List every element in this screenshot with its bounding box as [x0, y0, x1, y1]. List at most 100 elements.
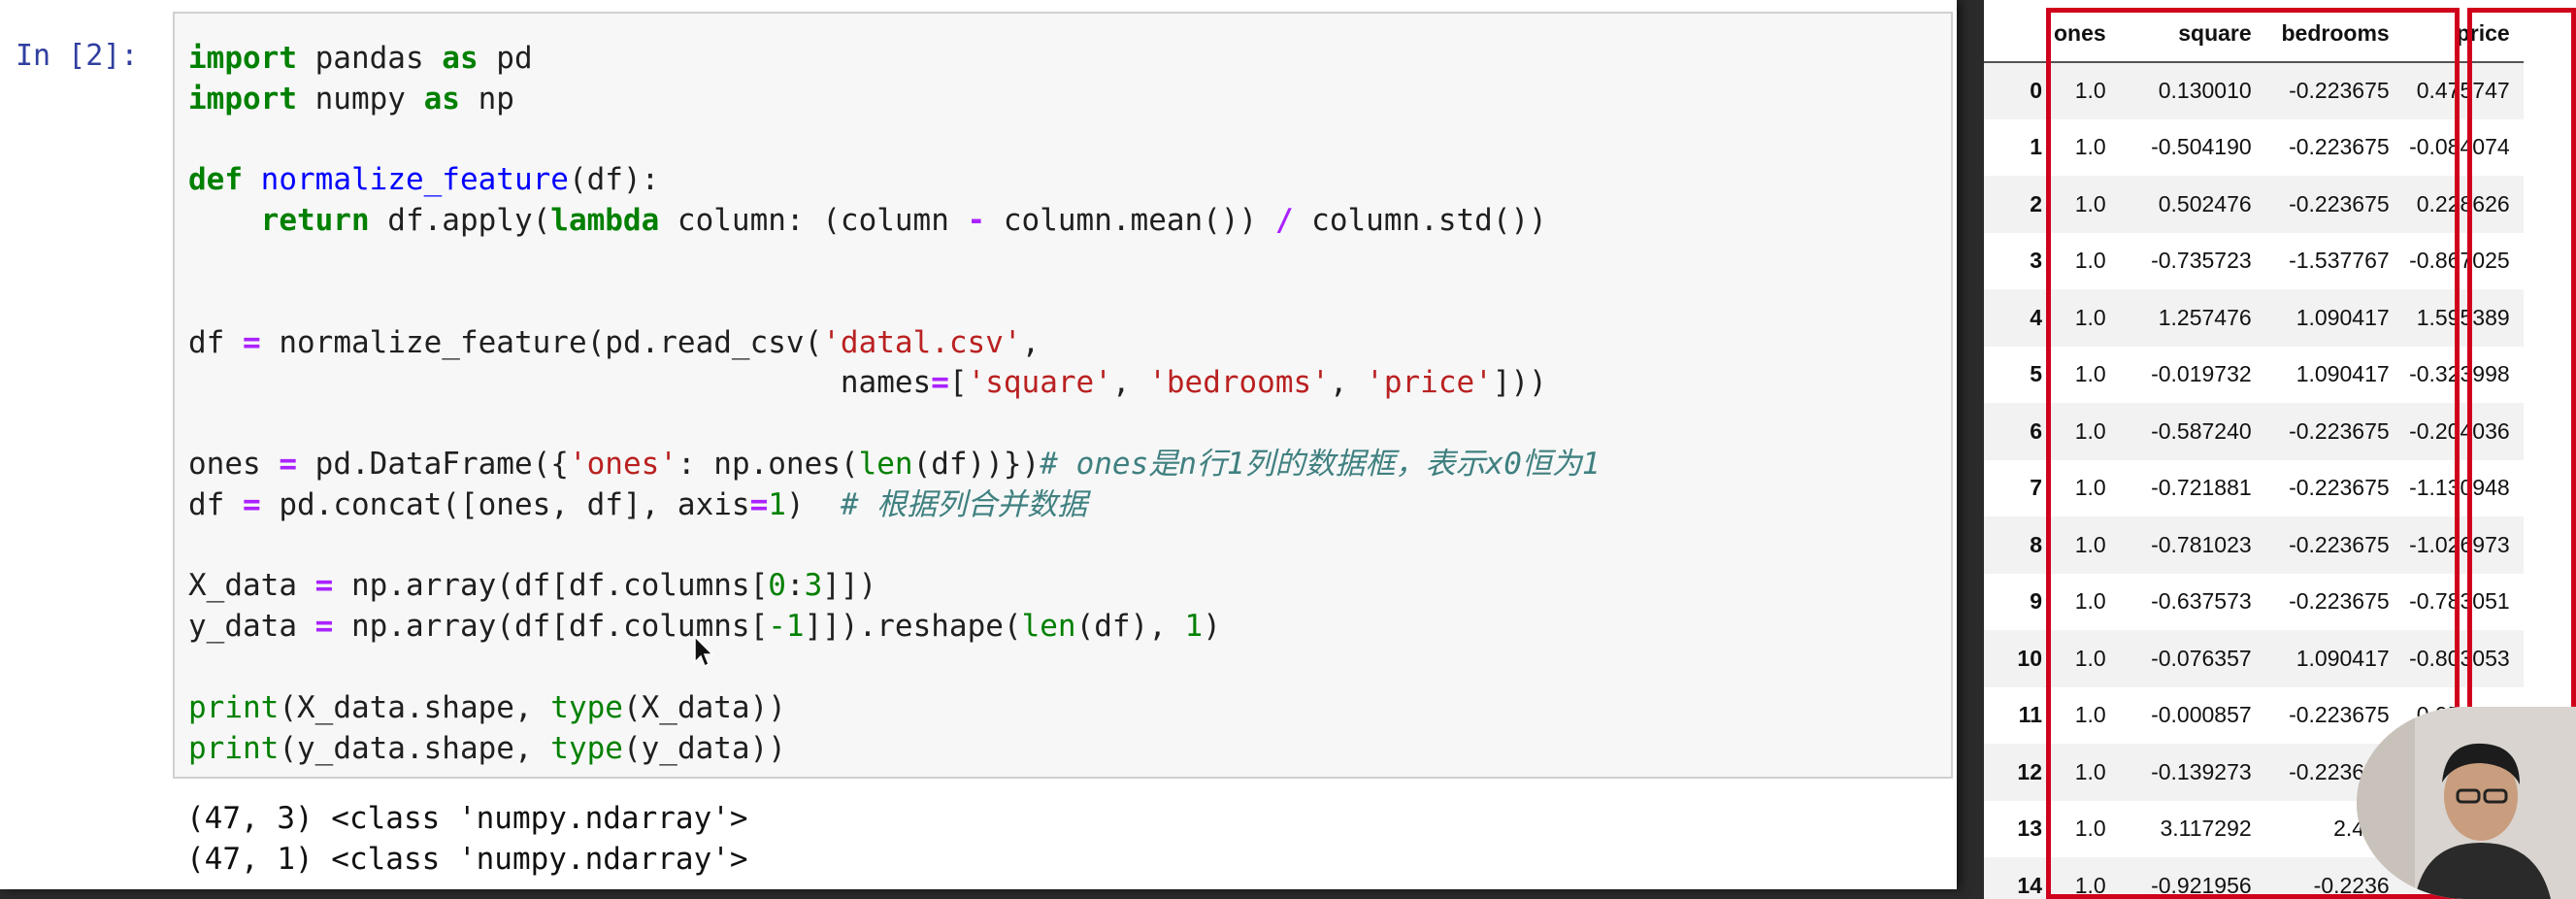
code-token: 'ones'	[568, 446, 677, 482]
code-token: =	[314, 568, 334, 604]
code-token: =	[243, 324, 261, 360]
cell-prompt: In [2]:	[16, 39, 139, 73]
code-token: # 根据列合并数据	[840, 486, 1088, 522]
code-token: df	[188, 486, 243, 522]
row-index: 8	[2030, 531, 2042, 557]
code-token: ,	[1111, 365, 1149, 401]
code-token: 'bedrooms'	[1148, 365, 1330, 401]
code-token: =	[279, 446, 297, 482]
code-token: ]]).reshape(	[804, 609, 1022, 645]
code-token: )	[785, 486, 841, 522]
code-token: : np.ones(	[677, 446, 859, 482]
code-token: import	[188, 81, 297, 117]
code-line: names=['square', 'bedrooms', 'price']))	[188, 363, 1601, 404]
code-line: df = pd.concat([ones, df], axis=1) # 根据列…	[188, 485, 1601, 526]
row-index: 5	[2030, 361, 2042, 387]
code-token: 0	[768, 568, 786, 604]
code-line: import pandas as pd	[188, 39, 1601, 80]
code-token: ,	[1329, 365, 1367, 401]
code-token: normalize_feature(pd.read_csv(	[260, 324, 823, 360]
code-line: def normalize_feature(df):	[188, 160, 1601, 201]
code-token: (y_data.shape,	[279, 730, 551, 766]
code-token: ]])	[822, 568, 877, 604]
notebook-pane: In [2]: import pandas as pd import numpy …	[0, 0, 1957, 889]
code-token: 1	[768, 486, 786, 522]
code-token: type	[550, 689, 623, 725]
code-token: np.array(df[df.columns[	[333, 568, 769, 604]
code-token: 3	[804, 568, 823, 604]
code-token: =	[243, 486, 261, 522]
code-token: pandas	[296, 41, 443, 76]
code-token: column.std())	[1293, 203, 1547, 239]
code-token: as	[423, 81, 460, 117]
row-index: 2	[2030, 190, 2042, 216]
code-token: df	[188, 324, 243, 360]
code-token: type	[550, 730, 623, 766]
code-token: ,	[1021, 324, 1040, 360]
code-token: def	[188, 162, 243, 198]
code-token: (df),	[1075, 609, 1185, 645]
row-index: 6	[2030, 417, 2042, 444]
mouse-pointer-icon	[694, 635, 714, 668]
code-token: /	[1274, 203, 1294, 239]
code-token: df.apply(	[369, 203, 551, 239]
code-line: X_data = np.array(df[df.columns[0:3]])	[188, 566, 1601, 607]
code-editor[interactable]: import pandas as pd import numpy as np def…	[188, 39, 1601, 769]
code-token: names	[188, 365, 932, 401]
code-token: import	[188, 41, 297, 76]
row-index: 11	[2018, 702, 2042, 728]
code-token: ones	[188, 446, 280, 482]
code-token: [	[948, 365, 968, 401]
code-token: (df))})	[912, 446, 1040, 482]
code-token: (X_data))	[622, 689, 786, 725]
presenter-webcam	[2357, 707, 2576, 899]
code-token: # ones是n行1列的数据框，表示x0恒为1	[1040, 446, 1601, 482]
code-token: column.mean())	[985, 203, 1275, 239]
code-token: len	[858, 446, 913, 482]
code-token: (X_data.shape,	[279, 689, 551, 725]
code-token: return	[260, 203, 370, 239]
code-token: 'datal.csv'	[822, 324, 1022, 360]
code-token: 'price'	[1366, 365, 1493, 401]
row-index: 7	[2030, 475, 2042, 501]
code-token: pd.DataFrame({	[297, 446, 569, 482]
code-line: import numpy as np	[188, 80, 1601, 120]
code-line: df = normalize_feature(pd.read_csv('data…	[188, 323, 1601, 364]
code-token: =	[931, 365, 949, 401]
row-index: 0	[2030, 78, 2042, 104]
code-token: np	[459, 81, 514, 117]
index-header	[1984, 6, 2054, 63]
code-token: pd	[478, 41, 533, 76]
code-token: :	[785, 568, 805, 604]
output-line: (47, 3) <class 'numpy.ndarray'>	[186, 801, 748, 836]
code-cell[interactable]: import pandas as pd import numpy as np def…	[173, 12, 1953, 779]
code-token: len	[1021, 609, 1076, 645]
cell-output: (47, 3) <class 'numpy.ndarray'> (47, 1) <…	[186, 798, 748, 880]
code-token: print	[188, 689, 280, 725]
code-line: print(y_data.shape, type(y_data))	[188, 729, 1601, 770]
code-token: pd.concat([ones, df], axis	[260, 486, 750, 522]
code-token: (y_data))	[622, 730, 786, 766]
code-token: lambda	[550, 203, 660, 239]
row-index: 9	[2030, 588, 2042, 615]
code-line: return df.apply(lambda column: (column -…	[188, 201, 1601, 242]
output-line: (47, 1) <class 'numpy.ndarray'>	[186, 842, 748, 877]
code-token: (df):	[568, 162, 660, 198]
code-token: normalize_feature	[260, 162, 569, 198]
code-token: =	[314, 609, 334, 645]
code-token: )	[1203, 609, 1221, 645]
row-index: 14	[2017, 872, 2042, 898]
row-index: 12	[2017, 758, 2042, 784]
code-token: 'square'	[967, 365, 1112, 401]
code-token: ]))	[1492, 365, 1547, 401]
code-token: as	[442, 41, 479, 76]
row-index: 1	[2030, 134, 2042, 160]
code-token: column: (column	[659, 203, 968, 239]
